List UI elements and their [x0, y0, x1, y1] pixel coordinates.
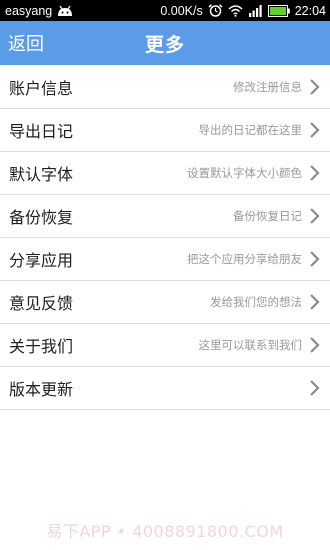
battery-icon	[267, 4, 290, 17]
item-title: 账户信息	[9, 78, 74, 98]
back-button[interactable]: 返回	[8, 21, 44, 65]
menu-item-backup-restore[interactable]: 备份恢复 备份恢复日记	[0, 194, 330, 237]
status-left: easyang	[5, 4, 74, 18]
android-icon	[58, 5, 73, 16]
menu-item-export-diary[interactable]: 导出日记 导出的日记都在这里	[0, 108, 330, 151]
item-description: 设置默认字体大小颜色	[187, 166, 302, 180]
settings-menu: 账户信息 修改注册信息 导出日记 导出的日记都在这里 默认字体 设置默认字体大小…	[0, 65, 330, 410]
chevron-right-icon	[310, 380, 320, 396]
chevron-right-icon	[310, 122, 320, 138]
menu-item-about-us[interactable]: 关于我们 这里可以联系到我们	[0, 323, 330, 366]
chevron-right-icon	[310, 251, 320, 267]
clock: 22:04	[294, 3, 326, 18]
item-title: 分享应用	[9, 251, 74, 270]
page-title: 更多	[144, 33, 185, 56]
item-title: 导出日记	[9, 122, 74, 141]
menu-item-account-info[interactable]: 账户信息 修改注册信息	[0, 65, 330, 108]
item-description: 把这个应用分享给朋友	[187, 252, 302, 266]
menu-item-feedback[interactable]: 意见反馈 发给我们您的想法	[0, 280, 330, 323]
chevron-right-icon	[310, 165, 320, 181]
menu-item-share-app[interactable]: 分享应用 把这个应用分享给朋友	[0, 237, 330, 280]
chevron-right-icon	[310, 294, 320, 310]
item-title: 备份恢复	[9, 208, 74, 227]
item-title: 关于我们	[9, 337, 74, 356]
title-bar: 返回 更多	[0, 21, 330, 65]
chevron-right-icon	[310, 78, 320, 95]
menu-item-default-font[interactable]: 默认字体 设置默认字体大小颜色	[0, 151, 330, 194]
wifi-icon	[228, 5, 243, 17]
item-description: 修改注册信息	[233, 79, 302, 94]
chevron-right-icon	[310, 208, 320, 224]
item-title: 默认字体	[9, 165, 74, 184]
signal-icon	[248, 5, 262, 17]
item-description: 发给我们您的想法	[210, 295, 302, 309]
alarm-icon	[208, 4, 223, 17]
item-description: 备份恢复日记	[233, 209, 302, 223]
item-title: 意见反馈	[9, 294, 74, 313]
watermark: 易下APP • 4008891800.COM	[46, 522, 284, 541]
menu-item-version-update[interactable]: 版本更新	[0, 366, 330, 409]
status-right: 0.00K/s 22:04	[160, 4, 326, 18]
carrier-label: easyang	[5, 3, 53, 18]
item-description: 导出的日记都在这里	[198, 123, 303, 137]
status-bar: easyang 0.00K/s 22:04	[0, 0, 330, 21]
chevron-right-icon	[310, 337, 320, 353]
network-speed: 0.00K/s	[160, 3, 203, 18]
item-title: 版本更新	[9, 380, 74, 399]
item-description: 这里可以联系到我们	[198, 338, 303, 352]
